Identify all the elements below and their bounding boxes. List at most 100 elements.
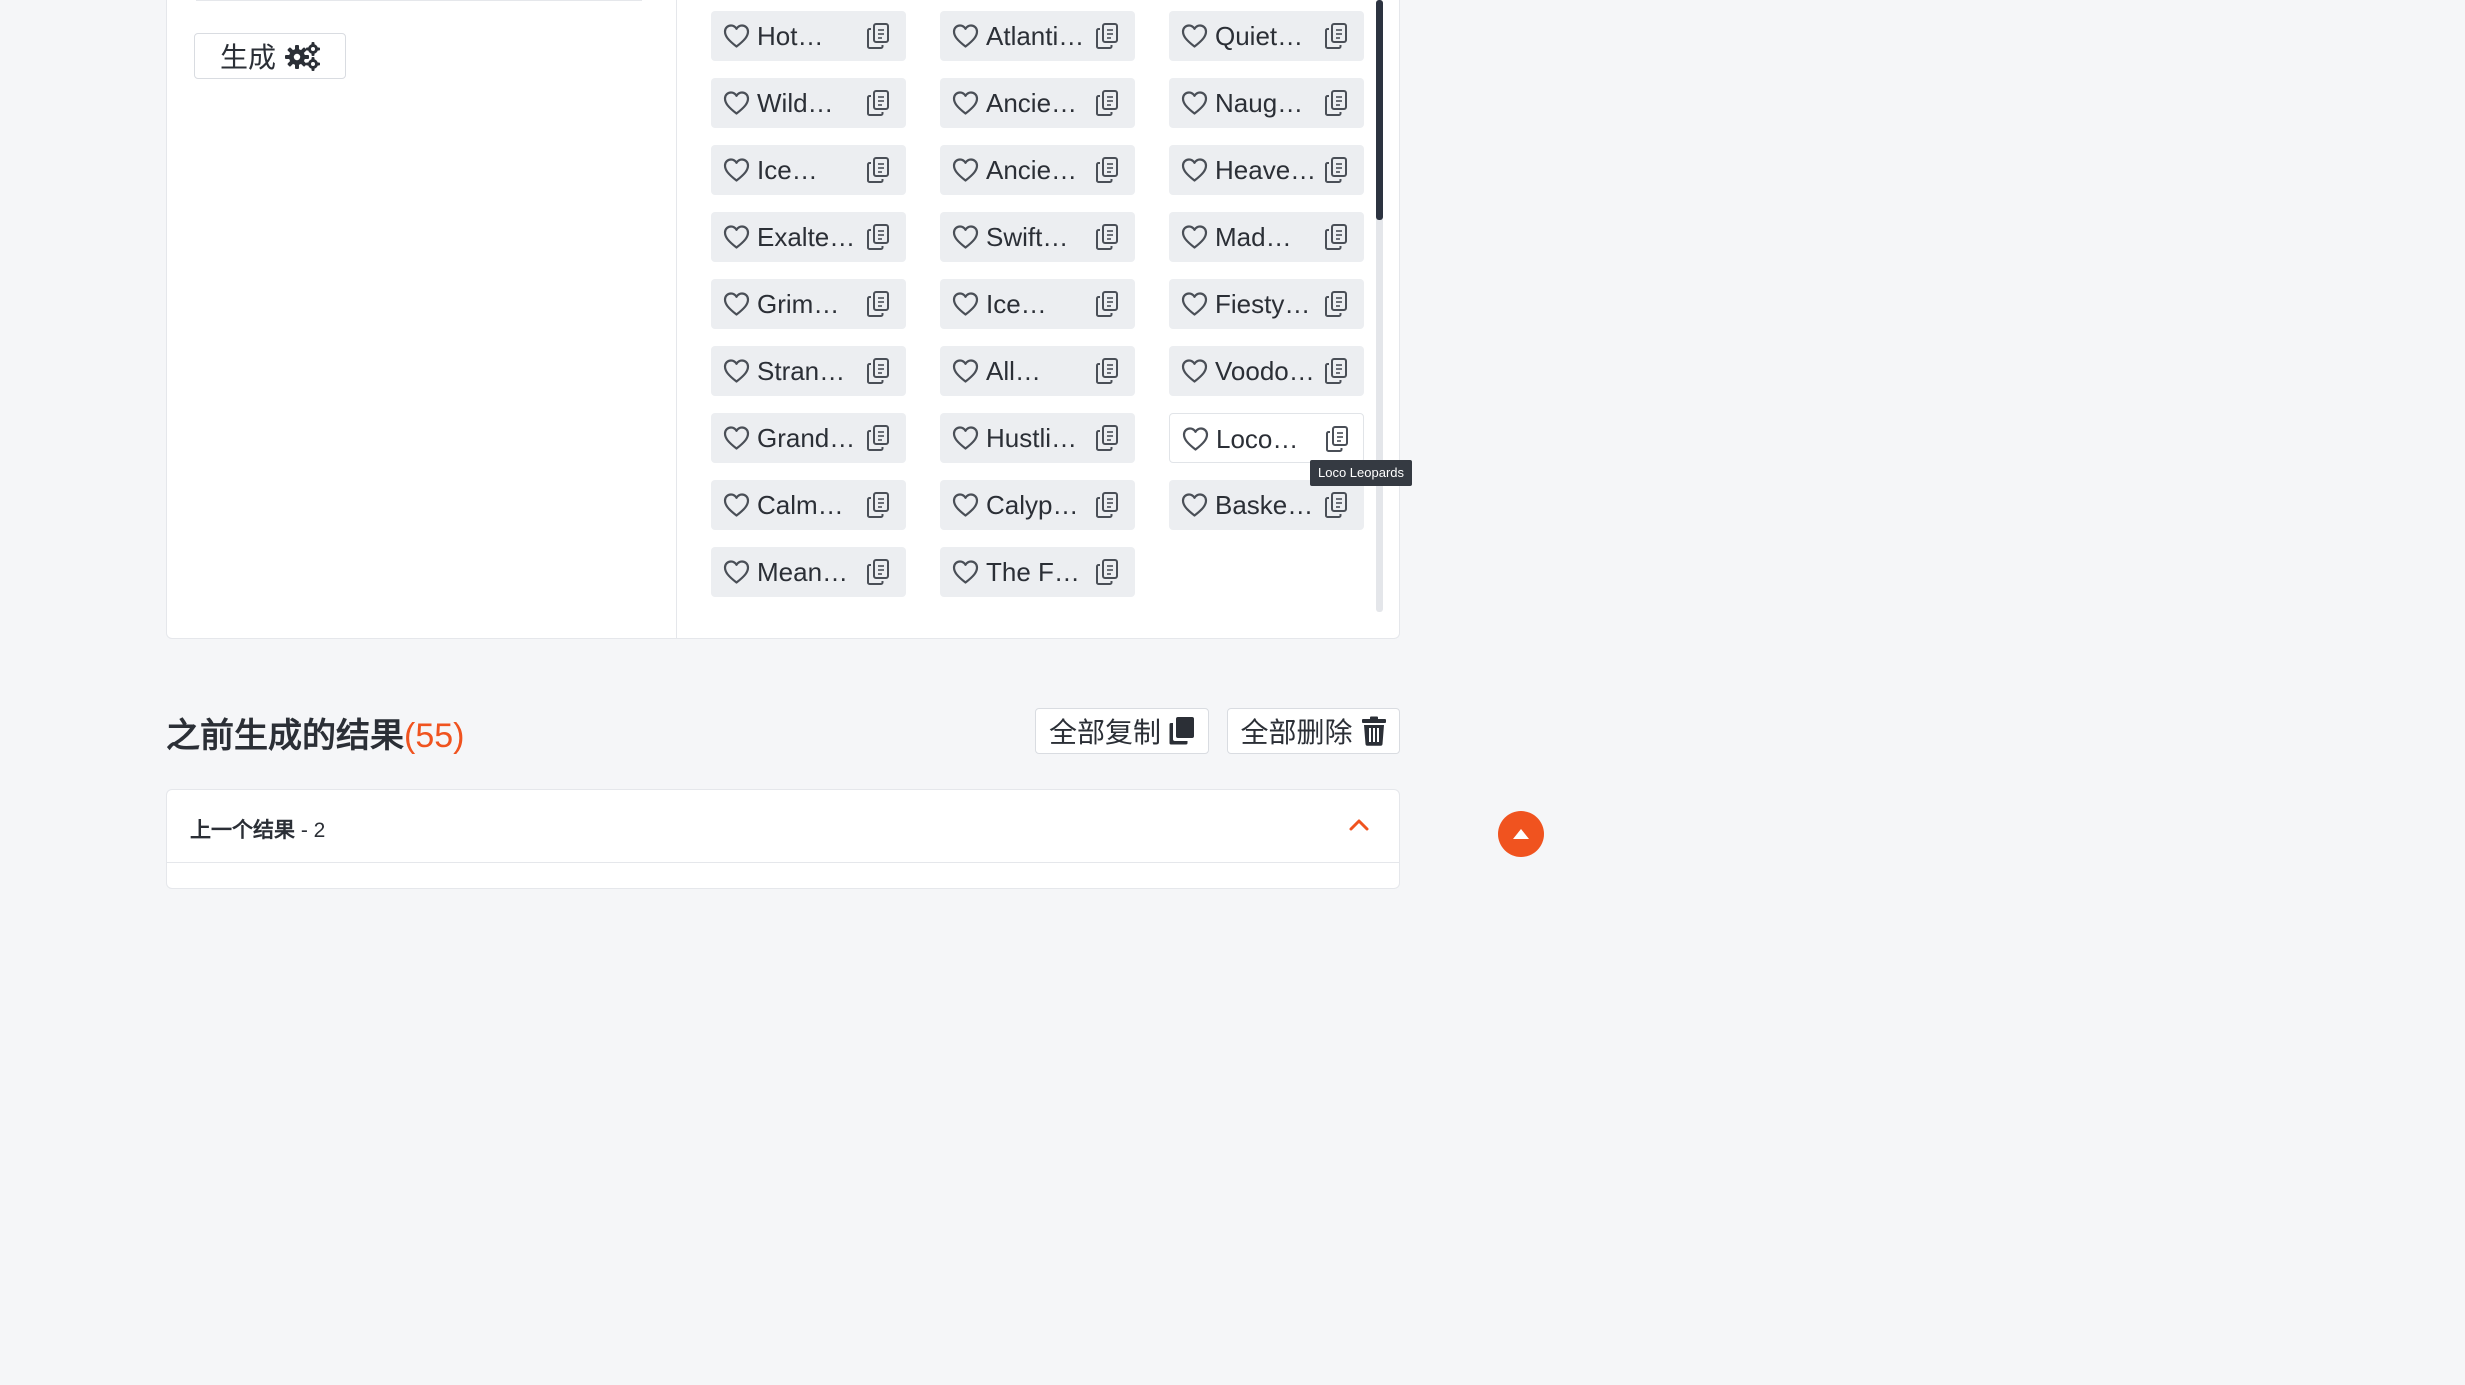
- heart-icon[interactable]: [952, 157, 979, 183]
- copy-icon[interactable]: [1325, 425, 1349, 453]
- name-chip[interactable]: Ice…: [940, 279, 1135, 329]
- heart-icon[interactable]: [1181, 23, 1208, 49]
- previous-results-count: (55): [404, 717, 465, 755]
- copy-icon[interactable]: [1095, 89, 1119, 117]
- heart-icon[interactable]: [952, 358, 979, 384]
- name-chip[interactable]: Ancie…: [940, 145, 1135, 195]
- name-label: Ice…: [986, 289, 1047, 319]
- copy-icon[interactable]: [1324, 223, 1348, 251]
- copy-icon[interactable]: [866, 357, 890, 385]
- copy-icon[interactable]: [1095, 558, 1119, 586]
- heart-icon[interactable]: [723, 358, 750, 384]
- arrow-up-icon: [1513, 829, 1529, 839]
- copy-icon[interactable]: [1095, 491, 1119, 519]
- delete-all-button[interactable]: 全部删除: [1227, 708, 1400, 754]
- heart-icon[interactable]: [952, 492, 979, 518]
- copy-icon[interactable]: [866, 491, 890, 519]
- name-chip[interactable]: Mad…: [1169, 212, 1364, 262]
- name-label: Stran…: [757, 356, 846, 386]
- name-chip[interactable]: Mean…: [711, 547, 906, 597]
- name-label: Grim…: [757, 289, 840, 319]
- copy-icon[interactable]: [1095, 424, 1119, 452]
- copy-icon[interactable]: [866, 89, 890, 117]
- name-label: Voodo…: [1215, 356, 1315, 386]
- heart-icon[interactable]: [723, 90, 750, 116]
- heart-icon[interactable]: [723, 291, 750, 317]
- name-chip[interactable]: Calm…: [711, 480, 906, 530]
- generate-label: 生成: [219, 42, 276, 73]
- copy-icon[interactable]: [866, 223, 890, 251]
- name-chip[interactable]: Naug…: [1169, 78, 1364, 128]
- heart-icon[interactable]: [723, 559, 750, 585]
- name-chip[interactable]: Loco…: [1169, 413, 1364, 463]
- name-chip[interactable]: Voodo…: [1169, 346, 1364, 396]
- previous-result-header[interactable]: 上一个结果 - 2: [167, 790, 1399, 863]
- copy-icon[interactable]: [1324, 89, 1348, 117]
- name-chip[interactable]: The F…: [940, 547, 1135, 597]
- heart-icon[interactable]: [723, 492, 750, 518]
- scrollbar-thumb[interactable]: [1376, 0, 1383, 220]
- chevron-up-icon[interactable]: [1348, 816, 1370, 832]
- heart-icon[interactable]: [952, 425, 979, 451]
- name-chip[interactable]: Wild…: [711, 78, 906, 128]
- name-chip[interactable]: Swift…: [940, 212, 1135, 262]
- name-label: Grand…: [757, 423, 856, 453]
- name-chip[interactable]: Calyp…: [940, 480, 1135, 530]
- heart-icon[interactable]: [1181, 157, 1208, 183]
- copy-icon[interactable]: [1324, 156, 1348, 184]
- name-chip[interactable]: Grim…: [711, 279, 906, 329]
- generate-button[interactable]: 生成: [194, 33, 346, 79]
- name-chip[interactable]: Quiet…: [1169, 11, 1364, 61]
- heart-icon[interactable]: [952, 291, 979, 317]
- name-chip[interactable]: Ice…: [711, 145, 906, 195]
- previous-result-panel: 上一个结果 - 2: [166, 789, 1400, 889]
- copy-icon[interactable]: [1324, 357, 1348, 385]
- heart-icon[interactable]: [1181, 224, 1208, 250]
- copy-icon[interactable]: [1324, 491, 1348, 519]
- name-chip[interactable]: Ancie…: [940, 78, 1135, 128]
- name-chip[interactable]: Hot…: [711, 11, 906, 61]
- name-chip[interactable]: Atlanti…: [940, 11, 1135, 61]
- name-chip[interactable]: Stran…: [711, 346, 906, 396]
- heart-icon[interactable]: [952, 224, 979, 250]
- copy-icon[interactable]: [866, 156, 890, 184]
- name-chip[interactable]: Baske…: [1169, 480, 1364, 530]
- name-label: The F…: [986, 557, 1080, 587]
- heart-icon[interactable]: [1181, 358, 1208, 384]
- name-label: Ice…: [757, 155, 818, 185]
- heart-icon[interactable]: [952, 90, 979, 116]
- name-label: Fiesty…: [1215, 289, 1311, 319]
- copy-icon[interactable]: [1095, 290, 1119, 318]
- heart-icon[interactable]: [952, 23, 979, 49]
- copy-icon[interactable]: [1095, 223, 1119, 251]
- copy-icon[interactable]: [1095, 357, 1119, 385]
- heart-icon[interactable]: [723, 224, 750, 250]
- copy-all-button[interactable]: 全部复制: [1035, 708, 1209, 754]
- heart-icon[interactable]: [1181, 492, 1208, 518]
- name-chip[interactable]: All…: [940, 346, 1135, 396]
- name-label: Exalte…: [757, 222, 856, 252]
- copy-icon[interactable]: [1324, 22, 1348, 50]
- name-chip[interactable]: Hustli…: [940, 413, 1135, 463]
- copy-icon[interactable]: [1095, 156, 1119, 184]
- copy-icon[interactable]: [866, 290, 890, 318]
- copy-icon[interactable]: [1095, 22, 1119, 50]
- name-chip[interactable]: Heave…: [1169, 145, 1364, 195]
- copy-icon[interactable]: [866, 22, 890, 50]
- name-chip[interactable]: Grand…: [711, 413, 906, 463]
- heart-icon[interactable]: [952, 559, 979, 585]
- heart-icon[interactable]: [1181, 291, 1208, 317]
- heart-icon[interactable]: [1181, 90, 1208, 116]
- copy-icon[interactable]: [866, 558, 890, 586]
- copy-icon[interactable]: [1324, 290, 1348, 318]
- heart-icon[interactable]: [1182, 426, 1209, 452]
- scroll-to-top-button[interactable]: [1498, 811, 1544, 857]
- copy-icon[interactable]: [866, 424, 890, 452]
- heart-icon[interactable]: [723, 425, 750, 451]
- name-chip[interactable]: Exalte…: [711, 212, 906, 262]
- previous-results-heading: 之前生成的结果(55): [166, 708, 464, 757]
- heart-icon[interactable]: [723, 157, 750, 183]
- heart-icon[interactable]: [723, 23, 750, 49]
- name-chip[interactable]: Fiesty…: [1169, 279, 1364, 329]
- name-label: Loco…: [1216, 424, 1299, 454]
